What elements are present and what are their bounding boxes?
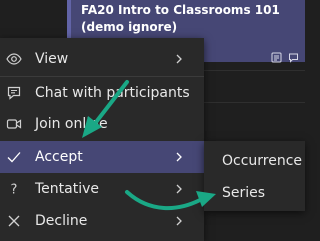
eye-icon [6,51,22,67]
menu-item-label: Chat with participants [35,85,190,101]
chevron-right-icon [174,182,184,196]
recurring-icon [271,48,282,63]
accept-submenu: Occurrence Series [204,141,305,211]
chevron-right-icon [174,52,184,66]
x-icon [6,213,22,229]
svg-text:?: ? [11,183,18,198]
chat-icon [6,85,22,101]
menu-item-label: Join online [35,116,108,132]
menu-item-label: View [35,51,69,67]
event-title: FA20 Intro to Classrooms 101 (demo ignor… [81,3,280,34]
video-camera-icon [6,116,22,132]
menu-item-view[interactable]: View [0,43,204,75]
calendar-gridline [200,102,305,103]
menu-item-join-online[interactable]: Join online [0,108,204,140]
chevron-right-icon [174,214,184,228]
menu-item-tentative[interactable]: ? Tentative [0,173,204,205]
event-context-menu: View Chat with participants Join online … [0,38,204,241]
submenu-item-series[interactable]: Series [204,177,305,209]
submenu-item-label: Series [222,185,266,201]
menu-item-label: Accept [35,149,83,165]
checkmark-icon [6,149,22,165]
submenu-item-occurrence[interactable]: Occurrence [204,145,305,177]
menu-item-decline[interactable]: Decline [0,205,204,237]
menu-item-chat-with-participants[interactable]: Chat with participants [0,77,204,109]
menu-item-label: Decline [35,213,88,229]
event-icons [271,48,299,63]
chevron-right-icon [174,150,184,164]
menu-item-label: Tentative [35,181,100,197]
menu-item-accept[interactable]: Accept [0,141,204,173]
calendar-gridline [200,70,305,71]
question-mark-icon: ? [6,181,22,198]
submenu-item-label: Occurrence [222,153,303,169]
app-window: FA20 Intro to Classrooms 101 (demo ignor… [0,0,305,241]
chat-bubble-icon [288,48,299,63]
